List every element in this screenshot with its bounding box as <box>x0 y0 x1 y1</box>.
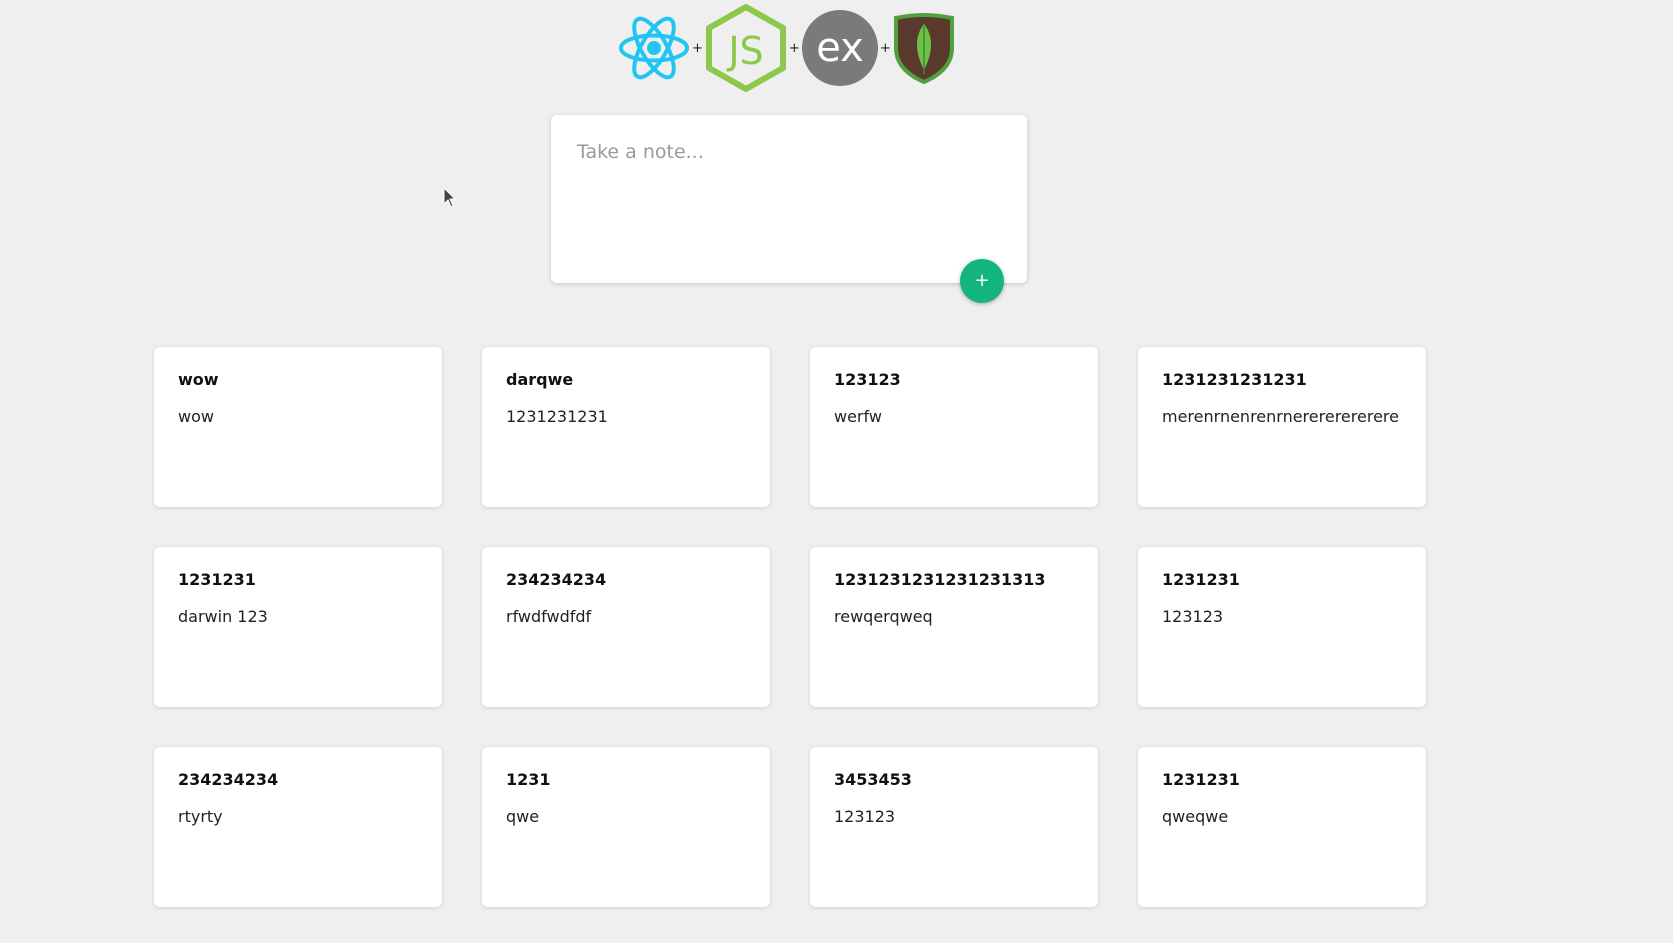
note-card: 234234234 rfwdfwdfdf <box>482 547 770 707</box>
note-title: 1231231 <box>178 570 256 589</box>
note-content: qwe <box>506 807 540 826</box>
add-note-button[interactable]: + <box>960 259 1004 303</box>
note-input[interactable] <box>575 139 999 253</box>
note-card: 1231231231231 merenrnenrenrnerererererer… <box>1138 347 1426 507</box>
note-title: 1231231231231231313 <box>834 570 1046 589</box>
note-card: wow wow <box>154 347 442 507</box>
nodejs-icon: JS <box>705 4 786 92</box>
note-card: 1231 qwe <box>482 747 770 907</box>
header-logos: + JS + ex + <box>617 4 956 92</box>
note-card: 1231231 darwin 123 <box>154 547 442 707</box>
note-title: 1231 <box>506 770 551 789</box>
create-note-area <box>551 115 1027 283</box>
note-title: 1231231 <box>1162 770 1240 789</box>
note-content: merenrnenrenrnerererererere <box>1162 407 1399 426</box>
note-card: 3453453 123123 <box>810 747 1098 907</box>
note-card: 1231231 123123 <box>1138 547 1426 707</box>
note-card: 1231231 qweqwe <box>1138 747 1426 907</box>
note-content: wow <box>178 407 214 426</box>
plus-separator: + <box>788 40 800 56</box>
express-logo-text: ex <box>816 25 864 71</box>
note-title: 234234234 <box>178 770 279 789</box>
note-content: qweqwe <box>1162 807 1229 826</box>
note-card: 234234234 rtyrty <box>154 747 442 907</box>
note-title: 1231231231231 <box>1162 370 1307 389</box>
note-title: 1231231 <box>1162 570 1240 589</box>
note-content: 1231231231 <box>506 407 608 426</box>
notes-grid: wow wow darqwe 1231231231 123123 werfw 1… <box>154 347 1426 907</box>
note-card: 123123 werfw <box>810 347 1098 507</box>
note-title: 3453453 <box>834 770 912 789</box>
note-content: werfw <box>834 407 882 426</box>
note-content: rewqerqweq <box>834 607 933 626</box>
react-icon <box>619 16 689 80</box>
note-title: 234234234 <box>506 570 607 589</box>
note-content: rfwdfwdfdf <box>506 607 592 626</box>
note-content: rtyrty <box>178 807 223 826</box>
note-title: 123123 <box>834 370 901 389</box>
plus-separator: + <box>692 40 703 56</box>
express-icon: ex <box>801 10 878 86</box>
mongodb-icon <box>893 13 954 84</box>
note-title: darqwe <box>506 370 574 389</box>
note-content: darwin 123 <box>178 607 268 626</box>
note-card: 1231231231231231313 rewqerqweq <box>810 547 1098 707</box>
nodejs-logo-text: JS <box>726 29 763 73</box>
note-content: 123123 <box>834 807 896 826</box>
note-card: darqwe 1231231231 <box>482 347 770 507</box>
plus-separator: + <box>879 40 891 56</box>
note-content: 123123 <box>1162 607 1224 626</box>
mouse-cursor-icon <box>443 187 457 208</box>
note-title: wow <box>178 370 219 389</box>
